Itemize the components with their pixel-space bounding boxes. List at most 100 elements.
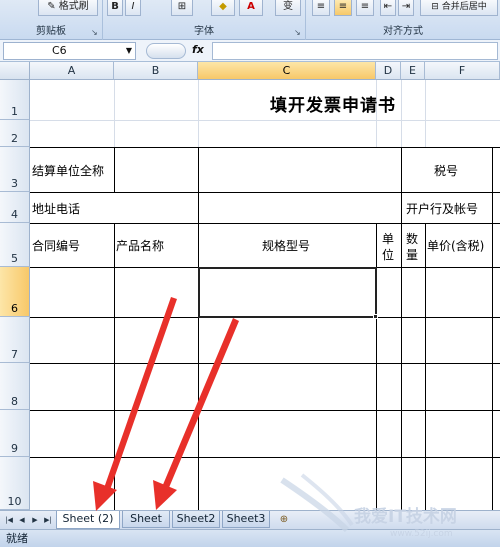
align-left-icon: ≡ bbox=[316, 1, 326, 12]
font-group-label: 字体 bbox=[194, 26, 214, 37]
decrease-indent-button[interactable]: ⇤ bbox=[380, 0, 396, 16]
active-cell-selection[interactable] bbox=[198, 267, 377, 318]
label-qty-line1: 数 bbox=[406, 232, 419, 246]
gridline bbox=[198, 80, 199, 147]
column-header-b[interactable]: B bbox=[114, 62, 198, 80]
gridline bbox=[114, 80, 115, 147]
clipboard-group: ✎ 格式刷 剪贴板 ↘ bbox=[0, 0, 103, 40]
cell-grid[interactable]: 填开发票申请书 结算单位全称 税号 地址电话 开户行及帐号 合同编号 产品名称 … bbox=[30, 80, 500, 510]
sheet-tab-bar: |◀ ◀ ▶ ▶| Sheet (2) Sheet Sheet2 Sheet3 … bbox=[0, 510, 500, 529]
formula-bar-resize-handle[interactable] bbox=[146, 43, 186, 59]
sheet-title: 填开发票申请书 bbox=[270, 96, 396, 116]
border-line bbox=[30, 457, 500, 458]
fill-color-button[interactable]: ◆ bbox=[211, 0, 235, 16]
increase-indent-button[interactable]: ⇥ bbox=[398, 0, 414, 16]
border-line bbox=[114, 147, 115, 192]
column-header-a[interactable]: A bbox=[30, 62, 114, 80]
status-text: 就绪 bbox=[6, 532, 28, 545]
row-header-9[interactable]: 9 bbox=[0, 410, 30, 457]
tab-sheet2[interactable]: Sheet2 bbox=[172, 511, 220, 528]
indent-left-icon: ⇤ bbox=[383, 1, 393, 12]
select-all-button[interactable] bbox=[0, 62, 30, 80]
fill-handle[interactable] bbox=[373, 314, 378, 319]
bold-button[interactable]: B bbox=[107, 0, 123, 16]
status-bar: 就绪 bbox=[0, 529, 500, 547]
font-group: B I ⊞ ◆ A 变 字体 ↘ bbox=[103, 0, 306, 40]
label-unit-price: 单价(含税) bbox=[427, 239, 485, 253]
insert-sheet-icon[interactable]: ⊕ bbox=[276, 513, 292, 526]
merge-center-button[interactable]: ⊟ 合并后居中 bbox=[420, 0, 498, 16]
border-line bbox=[492, 147, 493, 510]
row-header-1[interactable]: 1 bbox=[0, 80, 30, 120]
merge-icon: ⊟ bbox=[431, 2, 439, 12]
dialog-launcher-icon[interactable]: ↘ bbox=[91, 29, 99, 37]
border-line bbox=[30, 410, 500, 411]
gridline bbox=[30, 120, 500, 121]
italic-button[interactable]: I bbox=[125, 0, 141, 16]
align-right-icon: ≡ bbox=[360, 1, 370, 12]
row-header-6[interactable]: 6 bbox=[0, 267, 30, 317]
row-header-3[interactable]: 3 bbox=[0, 147, 30, 192]
name-box[interactable]: C6 ▼ bbox=[3, 42, 136, 60]
label-unit-line2: 位 bbox=[382, 248, 395, 262]
column-header-f[interactable]: F bbox=[425, 62, 500, 80]
borders-icon: ⊞ bbox=[177, 1, 187, 12]
formula-tools: fx bbox=[142, 42, 212, 60]
borders-button[interactable]: ⊞ bbox=[171, 0, 193, 16]
font-color-button[interactable]: A bbox=[239, 0, 263, 16]
label-spec-model: 规格型号 bbox=[262, 239, 311, 253]
label-bank-account: 开户行及帐号 bbox=[406, 202, 479, 216]
label-qty-line2: 量 bbox=[406, 248, 419, 262]
phonetic-button[interactable]: 变 bbox=[275, 0, 301, 16]
border-line bbox=[425, 223, 426, 510]
align-right-button[interactable]: ≡ bbox=[356, 0, 374, 16]
border-line bbox=[401, 223, 402, 510]
column-header-d[interactable]: D bbox=[376, 62, 401, 80]
clipboard-group-label: 剪贴板 bbox=[36, 26, 66, 37]
align-left-button[interactable]: ≡ bbox=[312, 0, 330, 16]
formula-bar: C6 ▼ fx bbox=[0, 40, 500, 62]
format-painter-button[interactable]: ✎ 格式刷 bbox=[38, 0, 98, 16]
row-header-5[interactable]: 5 bbox=[0, 223, 30, 267]
border-line bbox=[30, 147, 500, 148]
alignment-group-label: 对齐方式 bbox=[383, 26, 423, 37]
align-center-icon: ≡ bbox=[338, 1, 348, 12]
row-header-7[interactable]: 7 bbox=[0, 317, 30, 363]
border-line bbox=[30, 363, 500, 364]
align-center-button[interactable]: ≡ bbox=[334, 0, 352, 16]
ribbon: ✎ 格式刷 剪贴板 ↘ B I ⊞ ◆ A 变 字体 ↘ ≡ ≡ ≡ ⇤ ⇥ ⊟… bbox=[0, 0, 500, 40]
font-dialog-launcher-icon[interactable]: ↘ bbox=[294, 29, 302, 37]
row-header-10[interactable]: 10 bbox=[0, 457, 30, 510]
row-header-2[interactable]: 2 bbox=[0, 120, 30, 147]
gridline bbox=[401, 80, 402, 147]
gridline bbox=[425, 80, 426, 147]
fill-color-icon: ◆ bbox=[219, 1, 227, 12]
label-product-name: 产品名称 bbox=[116, 239, 165, 253]
tab-sheet-2-copy[interactable]: Sheet (2) bbox=[56, 511, 120, 529]
label-address-phone: 地址电话 bbox=[32, 202, 81, 216]
border-line bbox=[198, 147, 199, 510]
tab-sheet[interactable]: Sheet bbox=[122, 511, 170, 528]
tab-sheet3[interactable]: Sheet3 bbox=[222, 511, 270, 528]
last-sheet-icon[interactable]: ▶| bbox=[42, 514, 54, 526]
next-sheet-icon[interactable]: ▶ bbox=[29, 514, 41, 526]
alignment-group: ≡ ≡ ≡ ⇤ ⇥ ⊟ 合并后居中 对齐方式 bbox=[306, 0, 500, 40]
formula-input[interactable] bbox=[212, 42, 498, 60]
row-header-4[interactable]: 4 bbox=[0, 192, 30, 223]
row-header-8[interactable]: 8 bbox=[0, 363, 30, 410]
prev-sheet-icon[interactable]: ◀ bbox=[16, 514, 28, 526]
label-contract-no: 合同编号 bbox=[32, 239, 81, 253]
label-tax-number: 税号 bbox=[434, 164, 459, 178]
column-header-e[interactable]: E bbox=[401, 62, 425, 80]
chevron-down-icon[interactable]: ▼ bbox=[126, 43, 132, 59]
insert-function-button[interactable]: fx bbox=[192, 43, 204, 56]
border-line bbox=[401, 147, 402, 223]
label-unit-line1: 单 bbox=[382, 232, 395, 246]
brush-icon: ✎ bbox=[47, 1, 56, 12]
indent-right-icon: ⇥ bbox=[401, 1, 411, 12]
label-settlement-unit: 结算单位全称 bbox=[32, 164, 105, 178]
first-sheet-icon[interactable]: |◀ bbox=[3, 514, 15, 526]
border-line bbox=[30, 223, 500, 224]
border-line bbox=[30, 192, 500, 193]
column-header-c[interactable]: C bbox=[198, 62, 376, 80]
